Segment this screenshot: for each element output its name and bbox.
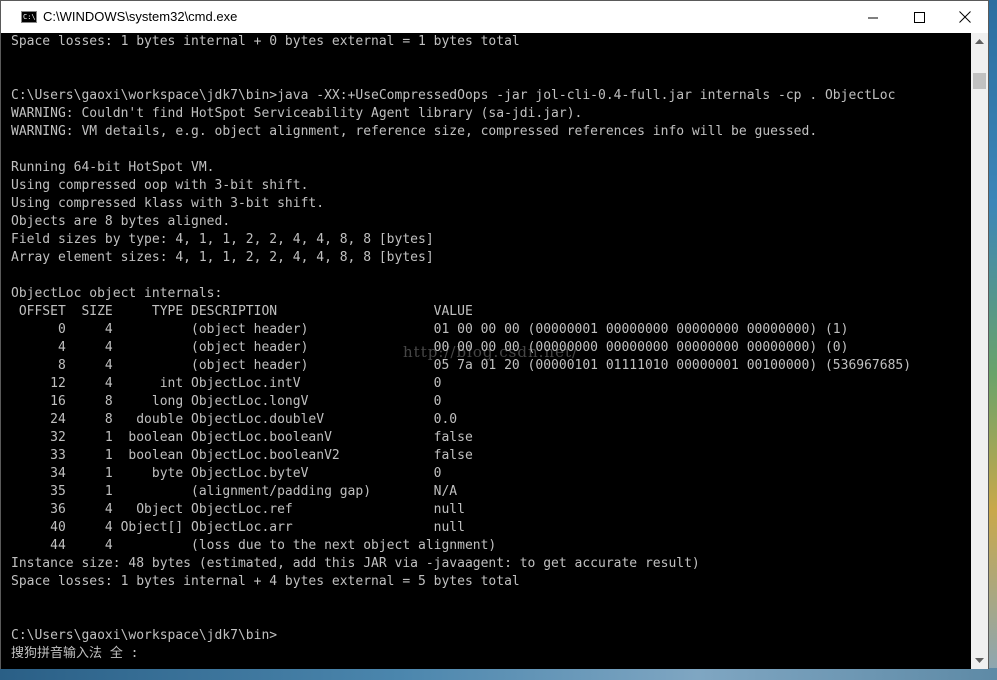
desktop-background-right <box>988 0 997 680</box>
cmd-window: C:\ C:\WINDOWS\system32\cmd.exe Space lo… <box>0 0 989 669</box>
close-button[interactable] <box>942 1 988 33</box>
watermark: http://blog.csdn.net/ <box>403 343 579 361</box>
console-line: Using compressed oop with 3-bit shift. <box>11 178 309 193</box>
console-output[interactable]: Space losses: 1 bytes internal + 0 bytes… <box>1 33 971 669</box>
minimize-button[interactable] <box>850 1 896 33</box>
console-line: 33 1 boolean ObjectLoc.booleanV2 false <box>11 448 473 463</box>
console-line: ObjectLoc object internals: <box>11 286 223 301</box>
vertical-scrollbar[interactable] <box>971 33 988 669</box>
console-line: 35 1 (alignment/padding gap) N/A <box>11 484 458 499</box>
close-icon <box>959 11 971 23</box>
console-line: WARNING: Couldn't find HotSpot Serviceab… <box>11 106 583 121</box>
scroll-down-button[interactable] <box>971 652 988 669</box>
console-line: WARNING: VM details, e.g. object alignme… <box>11 124 818 139</box>
console-line: 34 1 byte ObjectLoc.byteV 0 <box>11 466 442 481</box>
console-line: Array element sizes: 4, 1, 1, 2, 2, 4, 4… <box>11 250 434 265</box>
console-line: 24 8 double ObjectLoc.doubleV 0.0 <box>11 412 458 427</box>
chevron-down-icon <box>975 657 984 663</box>
console-line: Field sizes by type: 4, 1, 1, 2, 2, 4, 4… <box>11 232 434 247</box>
console-line: Objects are 8 bytes aligned. <box>11 214 231 229</box>
desktop-background-bottom <box>0 668 997 680</box>
console-line: 32 1 boolean ObjectLoc.booleanV false <box>11 430 473 445</box>
scroll-up-button[interactable] <box>971 33 988 50</box>
ime-status-line: 搜狗拼音输入法 全 : <box>11 646 139 661</box>
console-line: 36 4 Object ObjectLoc.ref null <box>11 502 465 517</box>
console-line: OFFSET SIZE TYPE DESCRIPTION VALUE <box>11 304 473 319</box>
console-prompt[interactable]: C:\Users\gaoxi\workspace\jdk7\bin> <box>11 627 971 645</box>
scroll-thumb[interactable] <box>973 73 986 89</box>
console-line: 16 8 long ObjectLoc.longV 0 <box>11 394 442 409</box>
console-line: 44 4 (loss due to the next object alignm… <box>11 538 497 553</box>
console-line: C:\Users\gaoxi\workspace\jdk7\bin>java -… <box>11 88 896 103</box>
console-line: Instance size: 48 bytes (estimated, add … <box>11 556 700 571</box>
maximize-button[interactable] <box>896 1 942 33</box>
console-line: 12 4 int ObjectLoc.intV 0 <box>11 376 442 391</box>
console-line: Space losses: 1 bytes internal + 0 bytes… <box>11 34 520 49</box>
console-line: Using compressed klass with 3-bit shift. <box>11 196 325 211</box>
console-line: 0 4 (object header) 01 00 00 00 (0000000… <box>11 322 849 337</box>
console-line: Space losses: 1 bytes internal + 4 bytes… <box>11 574 520 589</box>
console-line: 40 4 Object[] ObjectLoc.arr null <box>11 520 465 535</box>
chevron-up-icon <box>975 38 984 44</box>
window-title: C:\WINDOWS\system32\cmd.exe <box>43 9 238 24</box>
title-bar[interactable]: C:\ C:\WINDOWS\system32\cmd.exe <box>1 1 988 33</box>
console-line: Running 64-bit HotSpot VM. <box>11 160 215 175</box>
maximize-icon <box>913 11 925 23</box>
minimize-icon <box>867 17 878 18</box>
cmd-app-icon: C:\ <box>21 11 37 23</box>
